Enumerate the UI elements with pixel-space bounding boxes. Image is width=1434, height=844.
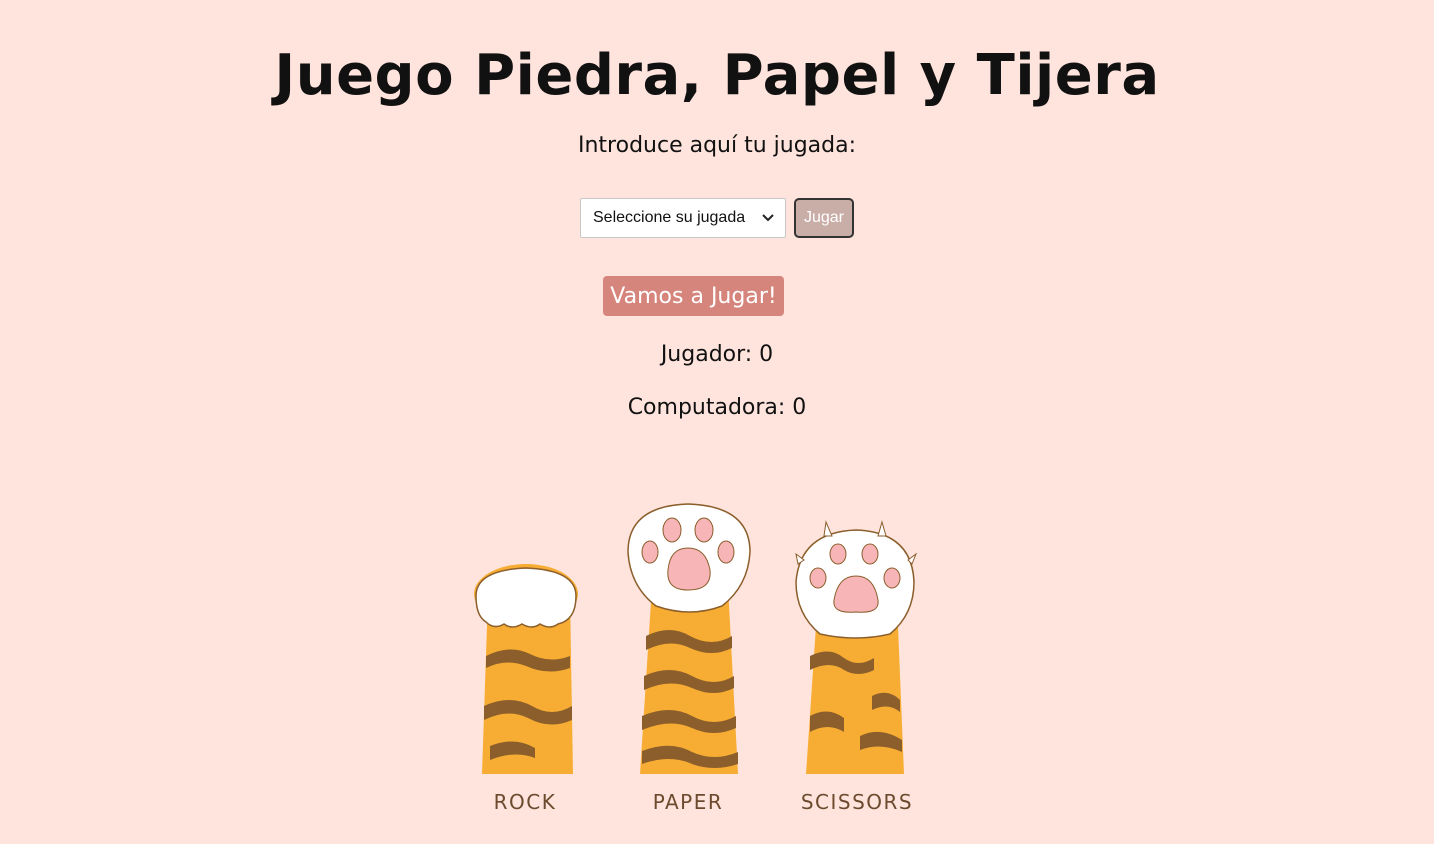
play-controls: Seleccione su jugada Jugar bbox=[0, 198, 1434, 238]
move-select-value: Seleccione su jugada bbox=[593, 209, 746, 226]
chevron-down-icon bbox=[761, 211, 775, 225]
scissors-paw-icon bbox=[795, 520, 918, 774]
move-select[interactable]: Seleccione su jugada bbox=[580, 198, 786, 238]
play-prompt: Introduce aquí tu jugada: bbox=[577, 133, 857, 158]
scissors-label: SCISSORS bbox=[800, 790, 914, 814]
page-title: Juego Piedra, Papel y Tijera bbox=[274, 43, 1160, 108]
rock-label: ROCK bbox=[493, 790, 557, 814]
start-game-button[interactable]: Vamos a Jugar! bbox=[603, 276, 784, 316]
paper-paw-icon bbox=[627, 503, 751, 774]
paper-label: PAPER bbox=[652, 790, 724, 814]
computer-score: Computadora: 0 bbox=[627, 395, 807, 420]
play-button[interactable]: Jugar bbox=[794, 198, 854, 238]
player-score: Jugador: 0 bbox=[660, 342, 774, 367]
rock-paw-icon bbox=[474, 564, 578, 774]
paws-illustration: ROCK PAPER SCISSORS bbox=[460, 496, 930, 826]
page: Juego Piedra, Papel y Tijera Introduce a… bbox=[0, 0, 1434, 844]
paws-image bbox=[474, 503, 918, 774]
